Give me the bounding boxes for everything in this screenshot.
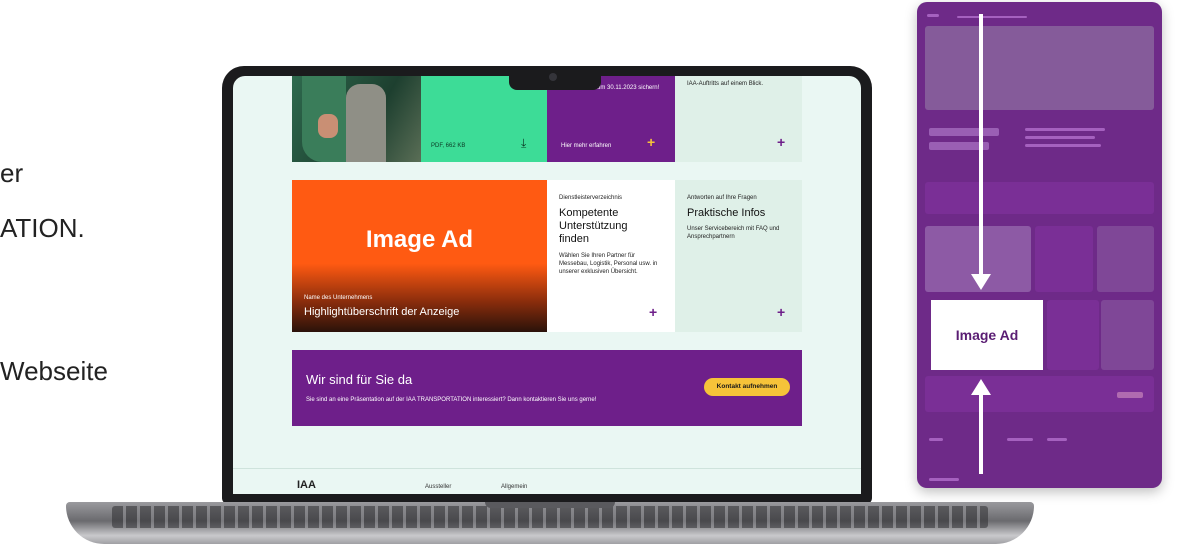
laptop-keyboard [112, 506, 988, 528]
arrow-down-icon [971, 274, 991, 290]
photo-tile [292, 76, 421, 162]
camera [549, 73, 557, 81]
promo-link[interactable]: Hier mehr erfahren [561, 142, 611, 150]
tile-text: Unser Servicebereich mit FAQ und Ansprec… [687, 226, 780, 240]
plus-icon[interactable]: + [649, 304, 657, 320]
left-text-line-3: Webseite [0, 356, 108, 386]
tile-text: Wählen Sie Ihren Partner für Messebau, L… [559, 253, 658, 275]
plus-icon[interactable]: + [777, 304, 785, 320]
arrow-up-line [979, 394, 983, 474]
page-footer: IAA Aussteller Allgemein [233, 468, 861, 494]
faq-tile[interactable]: Antworten auf Ihre Fragen Praktische Inf… [675, 180, 802, 332]
tile-eyebrow: Dienstleisterverzeichnis [559, 195, 623, 201]
company-name: Name des Unternehmens [304, 295, 373, 301]
contact-banner: Wir sind für Sie da Sie sind an eine Prä… [292, 350, 802, 426]
contact-button[interactable]: Kontakt aufnehmen [704, 378, 790, 396]
tile-eyebrow: Antworten auf Ihre Fragen [687, 195, 757, 201]
info-tile[interactable]: IAA-Auftritts auf einem Blick. + [675, 76, 802, 162]
page-preview: Image Ad [917, 2, 1162, 488]
service-directory-tile[interactable]: Dienstleisterverzeichnis Kompetente Unte… [547, 180, 675, 332]
tile-title: Kompetente Unterstützung finden [559, 207, 628, 245]
left-text-line-2: ATION. [0, 213, 85, 243]
image-ad-label: Image Ad [365, 226, 474, 253]
arrow-down-line [979, 14, 983, 276]
contact-text: Sie sind an eine Präsentation auf der IA… [306, 397, 597, 403]
plus-icon[interactable]: + [777, 134, 785, 150]
image-ad-tile[interactable]: Image Ad Name des Unternehmens Highlight… [292, 180, 547, 332]
preview-image-ad: Image Ad [931, 300, 1043, 370]
file-info: PDF, 662 KB [431, 143, 466, 149]
tile-title: Praktische Infos [687, 207, 766, 219]
footer-logo: IAA [297, 479, 316, 491]
info-text: IAA-Auftritts auf einem Blick. [687, 81, 764, 87]
arrow-up-icon [971, 379, 991, 395]
footer-link-aussteller[interactable]: Aussteller [425, 483, 451, 491]
download-icon[interactable]: ⤓ [521, 136, 526, 151]
ad-headline: Highlightüberschrift der Anzeige [304, 306, 460, 318]
left-text-line-1: er [0, 158, 24, 188]
plus-icon[interactable]: + [647, 134, 655, 150]
footer-link-allgemein[interactable]: Allgemein [501, 483, 527, 491]
laptop-screen: PDF, 662 KB ⤓ ...rarbeit bis zum 30.11.2… [233, 76, 861, 494]
contact-title: Wir sind für Sie da [306, 372, 413, 387]
laptop-groove [485, 502, 615, 508]
